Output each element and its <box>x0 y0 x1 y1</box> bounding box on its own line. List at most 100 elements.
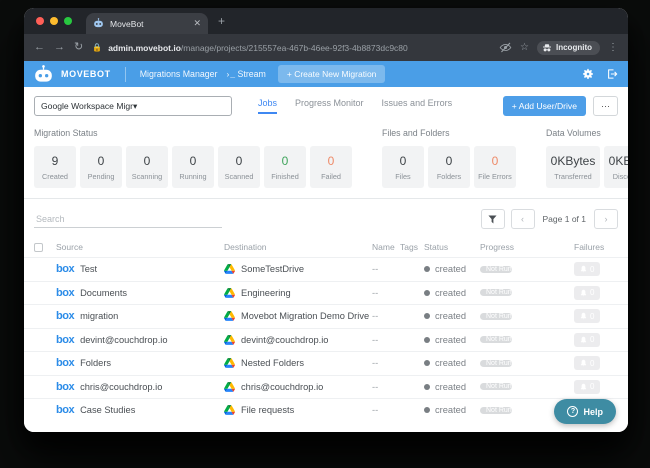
prev-page-button[interactable]: ‹ <box>511 209 535 229</box>
destination-name: Nested Folders <box>241 358 304 368</box>
destination-cell: Engineering <box>224 288 372 298</box>
table-row[interactable]: box devint@couchdrop.io devint@couchdr <box>24 328 628 352</box>
stat-value: 0 <box>220 154 258 168</box>
progress-bar: Not Run <box>480 383 512 390</box>
toolbar-right-icons: ☆ Incognito ⋮ <box>499 41 618 55</box>
source-name: migration <box>80 311 118 321</box>
failures-cell: 0 <box>574 262 618 276</box>
table-row[interactable]: box migration Movebot Migration Demo D <box>24 304 628 328</box>
google-drive-icon <box>224 405 235 415</box>
next-page-button[interactable]: › <box>594 209 618 229</box>
name-cell: -- <box>372 382 400 392</box>
url-text[interactable]: admin.movebot.io/manage/projects/215557e… <box>108 43 408 53</box>
status-dot-icon <box>424 290 430 296</box>
bell-icon <box>580 265 587 273</box>
reload-icon[interactable]: ↻ <box>74 42 83 53</box>
jobs-table: box Test SomeTestDrive <box>24 257 628 422</box>
close-window-button[interactable] <box>36 17 44 25</box>
sign-out-icon[interactable] <box>606 68 618 80</box>
stat-value: 0 <box>82 154 120 168</box>
stats-group-label: Data Volumes <box>546 128 628 138</box>
select-all-checkbox[interactable] <box>34 243 43 252</box>
view-tab[interactable]: Jobs <box>258 98 277 114</box>
google-drive-icon <box>224 358 235 368</box>
progress-bar: Not Run <box>480 360 512 367</box>
filter-button[interactable] <box>481 209 505 229</box>
minimize-window-button[interactable] <box>50 17 58 25</box>
stat-card: 0 Folders <box>428 146 470 188</box>
failures-cell: 0 <box>574 286 618 300</box>
source-cell: box Folders <box>56 357 224 369</box>
failures-cell: 0 <box>574 309 618 323</box>
window-controls[interactable] <box>36 17 72 25</box>
browser-tab-movebot[interactable]: MoveBot ✕ <box>86 13 208 34</box>
view-tab[interactable]: Progress Monitor <box>295 98 364 114</box>
source-name: chris@couchdrop.io <box>80 382 162 392</box>
project-select[interactable]: Google Workspace Migration ▾ <box>34 96 232 116</box>
create-new-migration-button[interactable]: + Create New Migration <box>278 65 386 83</box>
box-logo: box <box>56 310 74 322</box>
browser-menu-icon[interactable]: ⋮ <box>608 42 618 53</box>
stat-card: 0 Finished <box>264 146 306 188</box>
nav-stream[interactable]: ›_ Stream <box>225 69 265 80</box>
table-row[interactable]: box Folders Nested Folders <box>24 351 628 375</box>
lock-icon: 🔒 <box>92 43 102 52</box>
stat-value: 0KBytes <box>606 154 628 168</box>
back-icon[interactable]: ← <box>34 42 45 53</box>
stat-label: Scanning <box>128 172 166 181</box>
status-cell: created <box>424 311 480 321</box>
help-label: Help <box>583 407 603 417</box>
sub-toolbar-actions: + Add User/Drive ⋯ <box>503 96 618 116</box>
address-bar[interactable]: 🔒 admin.movebot.io/manage/projects/21555… <box>92 43 490 53</box>
box-logo: box <box>56 334 74 346</box>
sub-toolbar: Google Workspace Migration ▾ Jobs Progres… <box>24 87 628 123</box>
destination-cell: Movebot Migration Demo Drive <box>224 311 372 321</box>
search-input[interactable] <box>34 211 222 228</box>
box-logo: box <box>56 263 74 275</box>
source-name: Documents <box>80 288 127 298</box>
box-logo: box <box>56 357 74 369</box>
tab-close-icon[interactable]: ✕ <box>193 19 201 28</box>
status-dot-icon <box>424 266 430 272</box>
status-dot-icon <box>424 313 430 319</box>
browser-tabstrip: MoveBot ✕ + <box>24 8 628 34</box>
progress-cell: Not Run <box>480 380 574 393</box>
google-drive-icon <box>224 264 235 274</box>
nav-migrations-manager[interactable]: Migrations Manager <box>140 69 218 79</box>
table-row[interactable]: box Case Studies File requests <box>24 398 628 422</box>
stat-value: 0 <box>476 154 514 168</box>
new-tab-button[interactable]: + <box>218 14 225 28</box>
failures-badge[interactable]: 0 <box>574 262 600 276</box>
google-drive-icon <box>224 311 235 321</box>
failures-badge[interactable]: 0 <box>574 309 600 323</box>
bookmark-star-icon[interactable]: ☆ <box>520 42 529 53</box>
progress-cell: Not Run <box>480 286 574 299</box>
name-cell: -- <box>372 288 400 298</box>
failures-count: 0 <box>590 288 594 297</box>
failures-badge[interactable]: 0 <box>574 333 600 347</box>
failures-badge[interactable]: 0 <box>574 356 600 370</box>
add-user-drive-button[interactable]: + Add User/Drive <box>503 96 586 116</box>
settings-gear-icon[interactable] <box>582 68 594 80</box>
maximize-window-button[interactable] <box>64 17 72 25</box>
forward-icon[interactable]: → <box>54 42 65 53</box>
stat-card: 0 Scanned <box>218 146 260 188</box>
table-row[interactable]: box chris@couchdrop.io chris@couchdrop <box>24 375 628 399</box>
status-dot-icon <box>424 360 430 366</box>
stat-value: 0 <box>384 154 422 168</box>
stats-group-data-volumes: Data Volumes 0KBytes Transferred 0KBytes… <box>546 124 628 188</box>
box-logo: box <box>56 287 74 299</box>
failures-badge[interactable]: 0 <box>574 380 600 394</box>
eye-blocked-icon[interactable] <box>499 41 512 54</box>
help-button[interactable]: ? Help <box>554 399 616 424</box>
status-cell: created <box>424 382 480 392</box>
search-row: ‹ Page 1 of 1 › <box>24 199 628 237</box>
table-row[interactable]: box Test SomeTestDrive <box>24 257 628 281</box>
progress-bar: Not Run <box>480 313 512 320</box>
source-cell: box Documents <box>56 287 224 299</box>
failures-badge[interactable]: 0 <box>574 286 600 300</box>
table-row[interactable]: box Documents Engineering <box>24 281 628 305</box>
view-tab[interactable]: Issues and Errors <box>382 98 453 114</box>
destination-cell: Nested Folders <box>224 358 372 368</box>
more-options-button[interactable]: ⋯ <box>593 96 618 116</box>
